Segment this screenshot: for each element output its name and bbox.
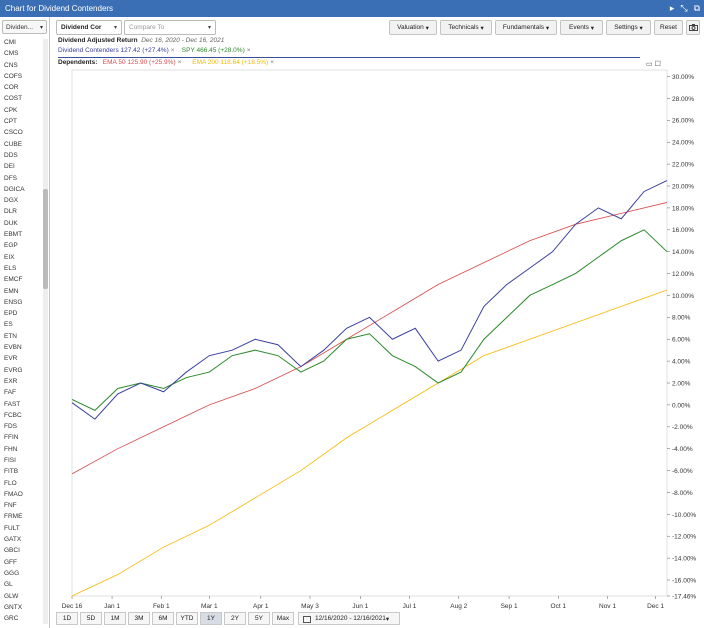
y-tick-label: 18.00% <box>672 205 694 212</box>
date-range-text: 12/16/2020 - 12/16/2021 <box>315 615 386 622</box>
x-tick-label: Oct 1 <box>551 603 567 610</box>
x-tick-label: Mar 1 <box>201 603 218 610</box>
y-tick-label: 26.00% <box>672 118 694 125</box>
range-button-2y[interactable]: 2Y <box>224 612 246 625</box>
spy-line <box>71 229 668 411</box>
x-tick-label: Jan 1 <box>104 603 120 610</box>
y-tick-label: 4.00% <box>672 359 691 366</box>
range-button-ytd[interactable]: YTD <box>176 612 198 625</box>
range-bar: 1D 5D 1M 3M 6M YTD 1Y 2Y 5Y Max 12/16/2020 - 12/16… <box>52 611 704 627</box>
x-tick-label: Jul 1 <box>403 603 417 610</box>
calendar-icon <box>303 616 311 623</box>
plot-frame <box>71 69 668 597</box>
ema50-line <box>71 202 668 475</box>
x-tick-label: Dec 1 <box>647 603 664 610</box>
x-tick-label: Apr 1 <box>253 603 269 610</box>
x-tick-label: Aug 2 <box>450 603 467 610</box>
range-button-3m[interactable]: 3M <box>128 612 150 625</box>
y-tick-label: 14.00% <box>672 249 694 256</box>
range-button-1y[interactable]: 1Y <box>200 612 222 625</box>
range-button-5d[interactable]: 5D <box>80 612 102 625</box>
chevron-down-icon: ▾ <box>385 615 390 623</box>
line-chart[interactable]: 30.00% 28.00% 26.00% 24.00% 22.00% 20.00% 18.0… <box>0 0 704 628</box>
y-tick-label: -10.00% <box>672 512 696 519</box>
y-tick-label: 30.00% <box>672 74 694 81</box>
range-button-6m[interactable]: 6M <box>152 612 174 625</box>
x-tick-label: Nov 1 <box>599 603 616 610</box>
y-tick-label: -14.00% <box>672 556 696 563</box>
y-tick-label: -16.00% <box>672 577 696 584</box>
y-tick-label: 16.00% <box>672 227 694 234</box>
range-button-1d[interactable]: 1D <box>56 612 78 625</box>
y-tick-label: 28.00% <box>672 96 694 103</box>
range-button-1m[interactable]: 1M <box>104 612 126 625</box>
y-tick-label: -4.00% <box>672 446 693 453</box>
ema200-line <box>71 289 668 597</box>
contenders-line <box>71 180 668 420</box>
x-tick-label: Feb 1 <box>153 603 170 610</box>
y-tick-label: 20.00% <box>672 183 694 190</box>
y-tick-label: -6.00% <box>672 468 693 475</box>
y-tick-label: 12.00% <box>672 271 694 278</box>
y-tick-label: -17.46% <box>672 593 696 600</box>
range-button-5y[interactable]: 5Y <box>248 612 270 625</box>
y-tick-label: 0.00% <box>672 402 691 409</box>
y-tick-label: 8.00% <box>672 315 691 322</box>
y-tick-label: -2.00% <box>672 424 693 431</box>
y-tick-label: 2.00% <box>672 380 691 387</box>
x-tick-label: Jun 1 <box>352 603 368 610</box>
y-tick-label: 6.00% <box>672 337 691 344</box>
range-button-max[interactable]: Max <box>272 612 294 625</box>
y-tick-label: 24.00% <box>672 140 694 147</box>
y-tick-label: 22.00% <box>672 162 694 169</box>
y-tick-label: -12.00% <box>672 534 696 541</box>
y-tick-label: 10.00% <box>672 293 694 300</box>
y-tick-label: -8.00% <box>672 490 693 497</box>
x-tick-label: Dec 16 <box>62 603 83 610</box>
x-tick-label: Sep 1 <box>501 603 518 610</box>
x-tick-label: May 3 <box>301 603 319 610</box>
date-range-select[interactable]: 12/16/2020 - 12/16/2021 ▾ <box>298 612 400 625</box>
